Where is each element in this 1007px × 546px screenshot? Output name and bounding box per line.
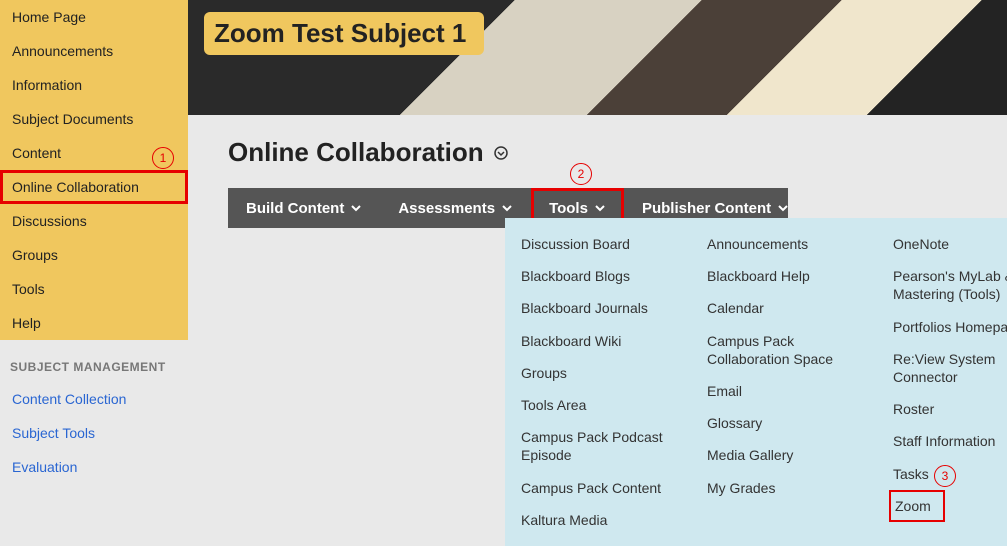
page-title: Online Collaboration [228, 137, 484, 168]
tools-col-3: OneNote Pearson's MyLab & Mastering (Too… [877, 228, 1007, 536]
tool-portfolios-homepage[interactable]: Portfolios Homepage [889, 311, 1007, 343]
tool-pearson-mylab[interactable]: Pearson's MyLab & Mastering (Tools) [889, 260, 1007, 310]
tool-announcements[interactable]: Announcements [703, 228, 865, 260]
chevron-down-icon [777, 202, 789, 214]
tool-calendar[interactable]: Calendar [703, 292, 865, 324]
subject-management-section: SUBJECT MANAGEMENT Content Collection Su… [0, 340, 188, 502]
chevron-down-icon [501, 202, 513, 214]
tool-blackboard-blogs[interactable]: Blackboard Blogs [517, 260, 679, 292]
tool-roster[interactable]: Roster [889, 393, 1007, 425]
tools-dropdown: Discussion Board Blackboard Blogs Blackb… [505, 218, 1007, 546]
tool-campus-pack-content[interactable]: Campus Pack Content [517, 472, 679, 504]
nav-tools[interactable]: Tools [0, 272, 188, 306]
tool-groups[interactable]: Groups [517, 357, 679, 389]
context-menu-icon[interactable] [492, 144, 510, 162]
tool-discussion-board[interactable]: Discussion Board [517, 228, 679, 260]
action-build-content[interactable]: Build Content [228, 188, 380, 228]
mgmt-subject-tools[interactable]: Subject Tools [0, 416, 188, 450]
nav-online-collaboration[interactable]: Online Collaboration [0, 170, 188, 204]
tool-review-connector[interactable]: Re:View System Connector [889, 343, 1007, 393]
tool-my-grades[interactable]: My Grades [703, 472, 865, 504]
tool-media-gallery[interactable]: Media Gallery [703, 439, 865, 471]
tool-onenote[interactable]: OneNote [889, 228, 1007, 260]
tool-blackboard-journals[interactable]: Blackboard Journals [517, 292, 679, 324]
mgmt-evaluation[interactable]: Evaluation [0, 450, 188, 484]
nav-groups[interactable]: Groups [0, 238, 188, 272]
tool-campus-pack-collab[interactable]: Campus Pack Collaboration Space [703, 325, 865, 375]
nav-help[interactable]: Help [0, 306, 188, 340]
action-label: Tools [549, 200, 588, 217]
tool-tasks[interactable]: Tasks [889, 458, 1007, 490]
tool-blackboard-help[interactable]: Blackboard Help [703, 260, 865, 292]
tool-email[interactable]: Email [703, 375, 865, 407]
nav-subject-documents[interactable]: Subject Documents [0, 102, 188, 136]
nav-discussions[interactable]: Discussions [0, 204, 188, 238]
course-title: Zoom Test Subject 1 [204, 12, 484, 55]
mgmt-content-collection[interactable]: Content Collection [0, 382, 188, 416]
chevron-down-icon [594, 202, 606, 214]
tool-kaltura-media[interactable]: Kaltura Media [517, 504, 679, 536]
nav-content[interactable]: Content [0, 136, 188, 170]
tool-glossary[interactable]: Glossary [703, 407, 865, 439]
sidebar: Home Page Announcements Information Subj… [0, 0, 188, 502]
chevron-down-icon [350, 202, 362, 214]
nav-announcements[interactable]: Announcements [0, 34, 188, 68]
tool-campus-pack-podcast[interactable]: Campus Pack Podcast Episode [517, 421, 679, 471]
nav-home-page[interactable]: Home Page [0, 0, 188, 34]
action-label: Publisher Content [642, 200, 771, 217]
subject-management-heading: SUBJECT MANAGEMENT [0, 348, 188, 382]
tool-staff-information[interactable]: Staff Information [889, 425, 1007, 457]
tools-col-1: Discussion Board Blackboard Blogs Blackb… [505, 228, 691, 536]
tool-blackboard-wiki[interactable]: Blackboard Wiki [517, 325, 679, 357]
tool-zoom[interactable]: Zoom [889, 490, 945, 522]
tools-col-2: Announcements Blackboard Help Calendar C… [691, 228, 877, 536]
course-banner: Zoom Test Subject 1 [188, 0, 1007, 115]
action-label: Build Content [246, 200, 344, 217]
nav-information[interactable]: Information [0, 68, 188, 102]
action-label: Assessments [398, 200, 495, 217]
tool-tools-area[interactable]: Tools Area [517, 389, 679, 421]
